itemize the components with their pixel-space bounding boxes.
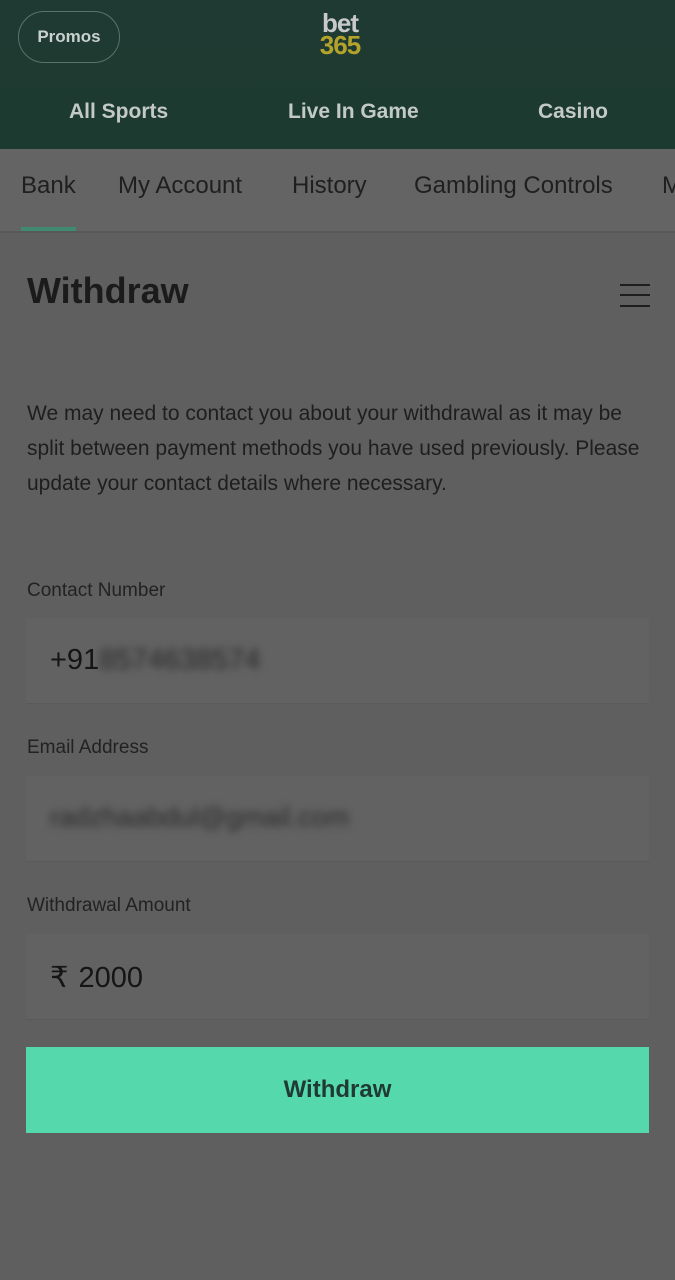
email-value-redacted: radzhaabdul@gmail.com (50, 802, 350, 832)
tab-my-account[interactable]: My Account (118, 172, 242, 200)
tab-more-truncated[interactable]: M (662, 172, 675, 200)
email-address-field[interactable]: radzhaabdul@gmail.com (26, 776, 649, 862)
page-title: Withdraw (27, 270, 189, 311)
top-bar: Promos bet 365 All Sports Live In Game C… (0, 0, 675, 149)
account-tabs: Bank My Account History Gambling Control… (0, 149, 675, 233)
tab-gambling-controls[interactable]: Gambling Controls (414, 172, 613, 200)
hamburger-menu-icon[interactable] (620, 282, 650, 308)
rupee-icon: ₹ (50, 962, 69, 994)
tab-history[interactable]: History (292, 172, 367, 200)
withdrawal-amount-field[interactable]: ₹2000 (26, 934, 649, 1020)
contact-number-value: +918574638574 (50, 644, 261, 677)
withdraw-info-text: We may need to contact you about your wi… (27, 402, 640, 495)
nav-casino[interactable]: Casino (538, 100, 608, 124)
nav-live-in-game[interactable]: Live In Game (288, 100, 419, 124)
withdrawal-amount-value: ₹2000 (50, 960, 143, 995)
withdrawal-amount-label: Withdrawal Amount (27, 895, 191, 916)
sports-nav: All Sports Live In Game Casino (0, 85, 675, 145)
contact-number-field[interactable]: +918574638574 (26, 618, 649, 704)
contact-number-label: Contact Number (27, 580, 166, 601)
country-code: +91 (50, 644, 100, 676)
logo-text-365: 365 (319, 30, 361, 60)
nav-all-sports[interactable]: All Sports (69, 100, 168, 124)
amount-number: 2000 (78, 962, 143, 994)
email-address-label: Email Address (27, 737, 149, 758)
promos-button[interactable]: Promos (18, 11, 120, 63)
tab-bank[interactable]: Bank (21, 172, 76, 200)
withdraw-button[interactable]: Withdraw (26, 1047, 649, 1133)
bet365-logo[interactable]: bet 365 (310, 10, 370, 62)
active-tab-indicator (21, 227, 76, 231)
phone-number-redacted: 8574638574 (99, 644, 261, 676)
